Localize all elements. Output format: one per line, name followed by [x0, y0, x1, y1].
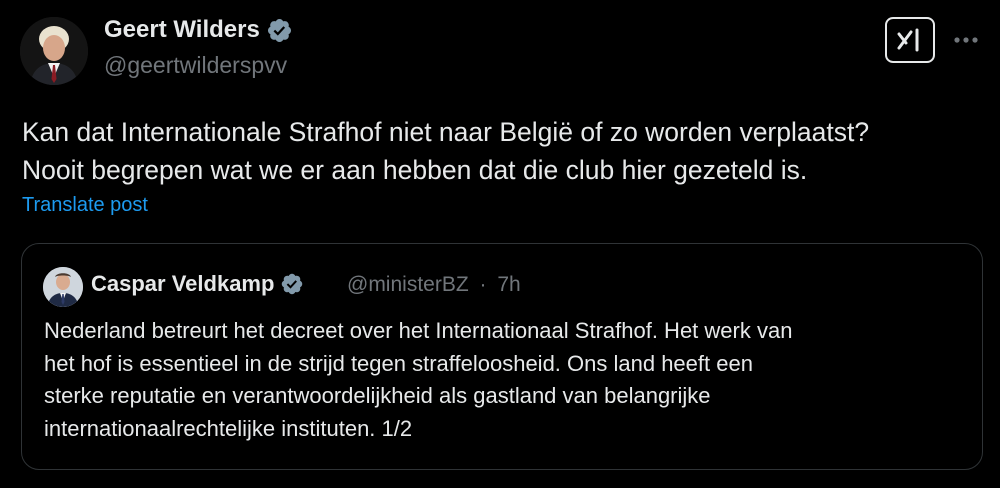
quoted-post-text: Nederland betreurt het decreet over het … [44, 315, 969, 445]
quoted-author-avatar[interactable] [43, 267, 83, 307]
author-name-text[interactable]: Geert Wilders [104, 16, 260, 44]
grok-icon [897, 28, 919, 52]
author-photo [20, 17, 88, 85]
quoted-text-line: Nederland betreurt het decreet over het … [44, 318, 793, 343]
post-text: Kan dat Internationale Strafhof niet naa… [22, 113, 992, 189]
post-text-line: Nooit begrepen wat we er aan hebben dat … [22, 155, 808, 185]
quoted-timestamp[interactable]: 7h [497, 273, 520, 296]
quoted-author-name-text[interactable]: Caspar Veldkamp [91, 271, 274, 297]
quoted-author-handle[interactable]: @ministerBZ [347, 273, 469, 296]
verified-badge-icon [266, 17, 293, 44]
post-text-line: Kan dat Internationale Strafhof niet naa… [22, 117, 870, 147]
quoted-post-card[interactable]: Caspar Veldkamp @ministerBZ · 7h Nederla… [21, 243, 983, 470]
more-options-icon [954, 37, 978, 43]
quoted-author-photo [43, 267, 83, 307]
translate-post-link[interactable]: Translate post [22, 194, 148, 217]
quoted-author-name[interactable]: Caspar Veldkamp [91, 271, 304, 297]
quoted-verified-badge-icon [280, 272, 304, 296]
quoted-text-line: sterke reputatie en verantwoordelijkheid… [44, 383, 711, 408]
author-handle[interactable]: @geertwilderspvv [104, 52, 287, 79]
quoted-text-line: het hof is essentieel in de strijd tegen… [44, 350, 753, 376]
author-avatar[interactable] [20, 17, 88, 85]
grok-button[interactable] [885, 17, 935, 63]
author-name[interactable]: Geert Wilders [104, 16, 293, 44]
more-options-button[interactable] [950, 24, 982, 56]
quoted-text-line: internationaalrechtelijke instituten. 1/… [44, 415, 413, 441]
quoted-meta: @ministerBZ · 7h [347, 273, 521, 297]
quoted-meta-separator: · [479, 273, 487, 296]
